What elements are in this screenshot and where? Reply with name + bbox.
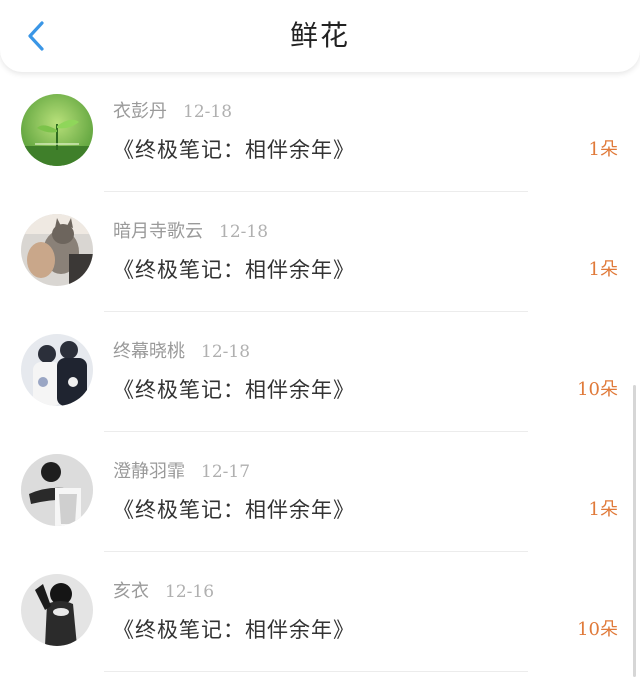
book-title[interactable]: 《终极笔记：相伴余年》 (113, 494, 355, 526)
username[interactable]: 终幕晓桃 (113, 341, 185, 362)
item-meta: 亥衣 12-16 (113, 580, 214, 604)
item-date: 12-16 (165, 582, 215, 602)
book-title[interactable]: 《终极笔记：相伴余年》 (113, 254, 355, 286)
list-item[interactable]: 终幕晓桃 12-18 《终极笔记：相伴余年》 10朵 (0, 312, 640, 432)
book-title[interactable]: 《终极笔记：相伴余年》 (113, 374, 355, 406)
flower-count: 1朵 (588, 139, 618, 160)
item-meta: 暗月寺歌云 12-18 (113, 220, 268, 244)
username[interactable]: 亥衣 (113, 581, 149, 602)
scrollbar[interactable] (633, 385, 636, 677)
list-item[interactable]: 亥衣 12-16 《终极笔记：相伴余年》 10朵 (0, 552, 640, 672)
item-date: 12-17 (201, 462, 251, 482)
item-meta: 衣彭丹 12-18 (113, 100, 232, 124)
item-date: 12-18 (219, 222, 269, 242)
list-item[interactable]: 澄静羽霏 12-17 《终极笔记：相伴余年》 1朵 (0, 432, 640, 552)
avatar[interactable] (21, 214, 93, 286)
username[interactable]: 澄静羽霏 (113, 461, 185, 482)
avatar[interactable] (21, 454, 93, 526)
page-title: 鲜花 (289, 19, 350, 52)
avatar[interactable] (21, 94, 93, 166)
username[interactable]: 暗月寺歌云 (113, 221, 203, 242)
username[interactable]: 衣彭丹 (113, 101, 167, 122)
avatar[interactable] (21, 334, 93, 406)
avatar[interactable] (21, 574, 93, 646)
flower-count: 1朵 (588, 259, 618, 280)
page: 鲜花 衣彭丹 12-18 《终极笔记：相伴余年》 1朵 暗月寺歌云 12-18 … (0, 0, 640, 677)
list-item[interactable]: 暗月寺歌云 12-18 《终极笔记：相伴余年》 1朵 (0, 192, 640, 312)
book-title[interactable]: 《终极笔记：相伴余年》 (113, 614, 355, 646)
item-date: 12-18 (201, 342, 251, 362)
item-meta: 终幕晓桃 12-18 (113, 340, 250, 364)
header-bar: 鲜花 (0, 0, 640, 72)
divider (104, 671, 528, 672)
flower-count: 10朵 (577, 379, 618, 400)
item-date: 12-18 (183, 102, 233, 122)
book-title[interactable]: 《终极笔记：相伴余年》 (113, 134, 355, 166)
flower-count: 1朵 (588, 499, 618, 520)
flower-count: 10朵 (577, 619, 618, 640)
list-item[interactable]: 衣彭丹 12-18 《终极笔记：相伴余年》 1朵 (0, 72, 640, 192)
item-meta: 澄静羽霏 12-17 (113, 460, 250, 484)
flower-list: 衣彭丹 12-18 《终极笔记：相伴余年》 1朵 暗月寺歌云 12-18 《终极… (0, 72, 640, 672)
